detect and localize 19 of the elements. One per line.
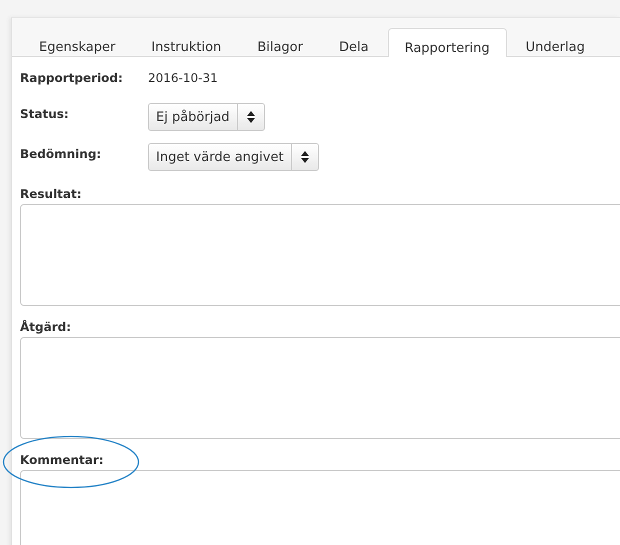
tab[interactable]: Instruktion [134,28,238,56]
field-label: Kommentar: [20,453,104,467]
text-area[interactable] [20,337,620,439]
select-field[interactable]: Ej påbörjad [148,103,265,131]
field-label: Status: [20,107,70,121]
field-label: Rapportperiod: [20,71,124,85]
tab[interactable]: Bilagor [240,28,320,56]
field-label: Bedömning: [20,147,102,161]
field-label: Resultat: [20,187,82,201]
text-area[interactable] [20,204,620,306]
select-field[interactable]: Inget värde angivet [148,143,319,171]
tab[interactable]: Dela [322,28,386,56]
tab[interactable]: Egenskaper [22,28,132,56]
tab[interactable]: Underlag [508,28,602,56]
sort-arrows-icon [246,111,255,123]
field-value: 2016-10-31 [148,71,218,85]
sort-arrows-icon [300,151,309,163]
tab[interactable]: Rapportering [388,28,507,57]
field-label: Åtgärd: [20,320,72,334]
